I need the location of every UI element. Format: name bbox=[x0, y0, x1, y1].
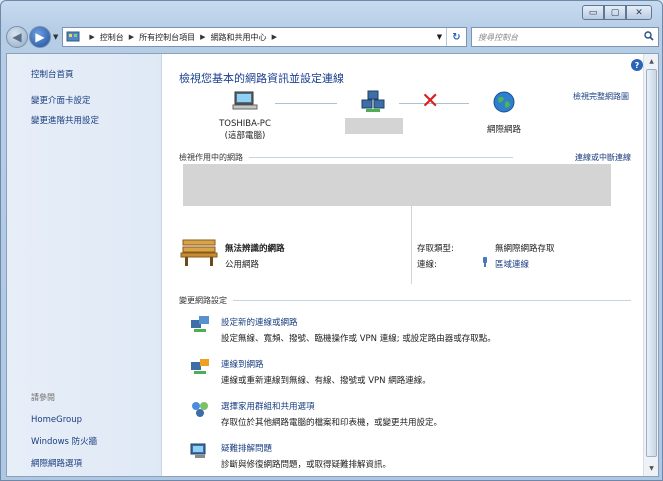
navigation-bar: ◀ ▶ ▼ ▶ 控制台 ▶ 所有控制台項目 ▶ 網路和共用中心 ▶ ▼ ↻ 搜尋… bbox=[6, 25, 659, 49]
close-button[interactable]: ✕ bbox=[626, 5, 652, 20]
connect-network-link[interactable]: 連線到網路 bbox=[221, 358, 264, 370]
minimize-button[interactable]: ▭ bbox=[582, 5, 604, 20]
breadcrumb-separator-icon: ▶ bbox=[271, 33, 277, 41]
connect-network-icon bbox=[191, 359, 209, 374]
troubleshoot-icon bbox=[190, 443, 206, 458]
forward-arrow-icon: ▶ bbox=[35, 30, 45, 44]
magnifier-icon[interactable] bbox=[640, 30, 658, 44]
public-network-bench-icon bbox=[180, 239, 218, 266]
refresh-icon[interactable]: ↻ bbox=[446, 28, 466, 46]
sidebar-item-adapter-settings[interactable]: 變更介面卡設定 bbox=[31, 94, 99, 106]
homegroup-link[interactable]: 選擇家用群組和共用選項 bbox=[221, 400, 315, 412]
address-bar[interactable]: ▶ 控制台 ▶ 所有控制台項目 ▶ 網路和共用中心 ▶ ▼ ↻ bbox=[62, 27, 467, 47]
troubleshoot-link[interactable]: 疑難排解問題 bbox=[221, 442, 272, 454]
breadcrumb-separator-icon: ▶ bbox=[200, 33, 206, 41]
globe-icon bbox=[493, 91, 515, 113]
connection-line bbox=[275, 103, 337, 104]
redacted-network-label bbox=[345, 118, 403, 134]
task-troubleshoot: 疑難排解問題 診斷與修復網路問題，或取得疑難排解資訊。 bbox=[179, 440, 639, 474]
connection-icon bbox=[481, 257, 489, 270]
new-connection-desc: 設定無線、寬頻、撥號、臨機操作或 VPN 連線; 或設定路由器或存取點。 bbox=[221, 334, 496, 344]
access-type-label: 存取類型: bbox=[417, 244, 454, 254]
redacted-network-details bbox=[183, 164, 611, 206]
caption-buttons: ▭ ▢ ✕ bbox=[582, 5, 652, 20]
homegroup-desc: 存取位於其他網路電腦的檔案和印表機，或變更共用設定。 bbox=[221, 418, 443, 428]
computer-name: TOSHIBA-PC bbox=[219, 119, 271, 129]
new-connection-icon bbox=[191, 316, 209, 332]
network-divider bbox=[411, 204, 412, 284]
breadcrumb-all-items[interactable]: 所有控制台項目 bbox=[139, 32, 195, 43]
sidebar-item-advanced-sharing[interactable]: 變更進階共用設定 bbox=[31, 114, 99, 126]
search-input[interactable]: 搜尋控制台 bbox=[472, 32, 640, 43]
control-panel-icon bbox=[66, 31, 80, 42]
breadcrumb-control-panel[interactable]: 控制台 bbox=[100, 32, 124, 43]
active-networks-label: 檢視作用中的網路 bbox=[179, 153, 243, 162]
main-panel: ? 檢視您基本的網路資訊並設定連線 檢視完整網路圖 TOSHIBA-PC (這部… bbox=[163, 54, 645, 476]
heading-rule bbox=[249, 157, 513, 158]
change-settings-label: 變更網路設定 bbox=[179, 296, 227, 305]
access-type-value: 無網際網路存取 bbox=[495, 244, 555, 254]
forward-button[interactable]: ▶ bbox=[29, 26, 51, 48]
sidebar-item-internet-options[interactable]: 網際網路選項 bbox=[31, 457, 97, 469]
maximize-button[interactable]: ▢ bbox=[604, 5, 626, 20]
network-type-link[interactable]: 公用網路 bbox=[225, 258, 259, 270]
connect-disconnect-link[interactable]: 連線或中斷連線 bbox=[575, 152, 631, 163]
vertical-scrollbar[interactable]: ▲ ▼ bbox=[643, 54, 658, 476]
search-box[interactable]: 搜尋控制台 bbox=[471, 27, 659, 47]
page-title: 檢視您基本的網路資訊並設定連線 bbox=[179, 72, 344, 85]
homegroup-icon bbox=[192, 402, 208, 417]
content-area: 控制台首頁 變更介面卡設定 變更進階共用設定 請參閱 HomeGroup Win… bbox=[6, 53, 659, 477]
breadcrumb-network-center[interactable]: 網路和共用中心 bbox=[211, 32, 267, 43]
network-node bbox=[358, 90, 388, 117]
local-area-connection-link[interactable]: 區域連線 bbox=[495, 258, 529, 270]
local-area-connection-text[interactable]: 區域連線 bbox=[495, 260, 529, 270]
network-name: 無法辨識的網路 bbox=[225, 244, 285, 254]
task-connect-network: 連線到網路 連線或重新連線到無線、有線、撥號或 VPN 網路連線。 bbox=[179, 356, 639, 390]
active-networks-heading: 檢視作用中的網路 bbox=[179, 152, 513, 163]
computer-icon bbox=[232, 91, 258, 110]
network-icon bbox=[361, 90, 385, 112]
scrollbar-thumb[interactable] bbox=[646, 69, 657, 457]
breadcrumb: ▶ 控制台 ▶ 所有控制台項目 ▶ 網路和共用中心 ▶ bbox=[84, 32, 282, 43]
troubleshoot-desc: 診斷與修復網路問題，或取得疑難排解資訊。 bbox=[221, 460, 392, 470]
connect-network-desc: 連線或重新連線到無線、有線、撥號或 VPN 網路連線。 bbox=[221, 376, 431, 386]
see-also-heading: 請參閱 bbox=[31, 393, 55, 402]
no-connection-x-icon: ✕ bbox=[421, 89, 440, 114]
connections-label: 連線: bbox=[417, 260, 437, 270]
scroll-up-icon[interactable]: ▲ bbox=[646, 56, 657, 67]
task-pane: 控制台首頁 變更介面卡設定 變更進階共用設定 請參閱 HomeGroup Win… bbox=[7, 54, 162, 476]
task-homegroup: 選擇家用群組和共用選項 存取位於其他網路電腦的檔案和印表機，或變更共用設定。 bbox=[179, 398, 639, 432]
computer-node: TOSHIBA-PC (這部電腦) bbox=[215, 90, 275, 141]
computer-subtitle: (這部電腦) bbox=[224, 131, 266, 141]
history-dropdown-icon[interactable]: ▼ bbox=[53, 33, 58, 41]
change-settings-heading: 變更網路設定 bbox=[179, 295, 631, 306]
internet-node: 網際網路 bbox=[469, 90, 539, 135]
help-icon[interactable]: ? bbox=[631, 59, 643, 71]
sidebar-home-link[interactable]: 控制台首頁 bbox=[31, 68, 99, 80]
breadcrumb-separator-icon: ▶ bbox=[128, 33, 135, 41]
sidebar-item-firewall[interactable]: Windows 防火牆 bbox=[31, 435, 97, 447]
back-arrow-icon: ◀ bbox=[12, 30, 22, 44]
sidebar-item-homegroup[interactable]: HomeGroup bbox=[31, 415, 97, 425]
back-button[interactable]: ◀ bbox=[6, 26, 28, 48]
new-connection-link[interactable]: 設定新的連線或網路 bbox=[221, 316, 298, 328]
internet-label: 網際網路 bbox=[486, 125, 521, 135]
task-new-connection: 設定新的連線或網路 設定無線、寬頻、撥號、臨機操作或 VPN 連線; 或設定路由… bbox=[179, 314, 639, 348]
explorer-window: ▭ ▢ ✕ ◀ ▶ ▼ ▶ 控制台 ▶ 所有控制台項目 ▶ 網路和共用中心 ▶ … bbox=[0, 0, 663, 481]
heading-rule bbox=[233, 300, 631, 301]
address-dropdown-icon[interactable]: ▼ bbox=[432, 33, 446, 41]
breadcrumb-separator-icon: ▶ bbox=[89, 33, 95, 41]
scroll-down-icon[interactable]: ▼ bbox=[646, 463, 657, 474]
